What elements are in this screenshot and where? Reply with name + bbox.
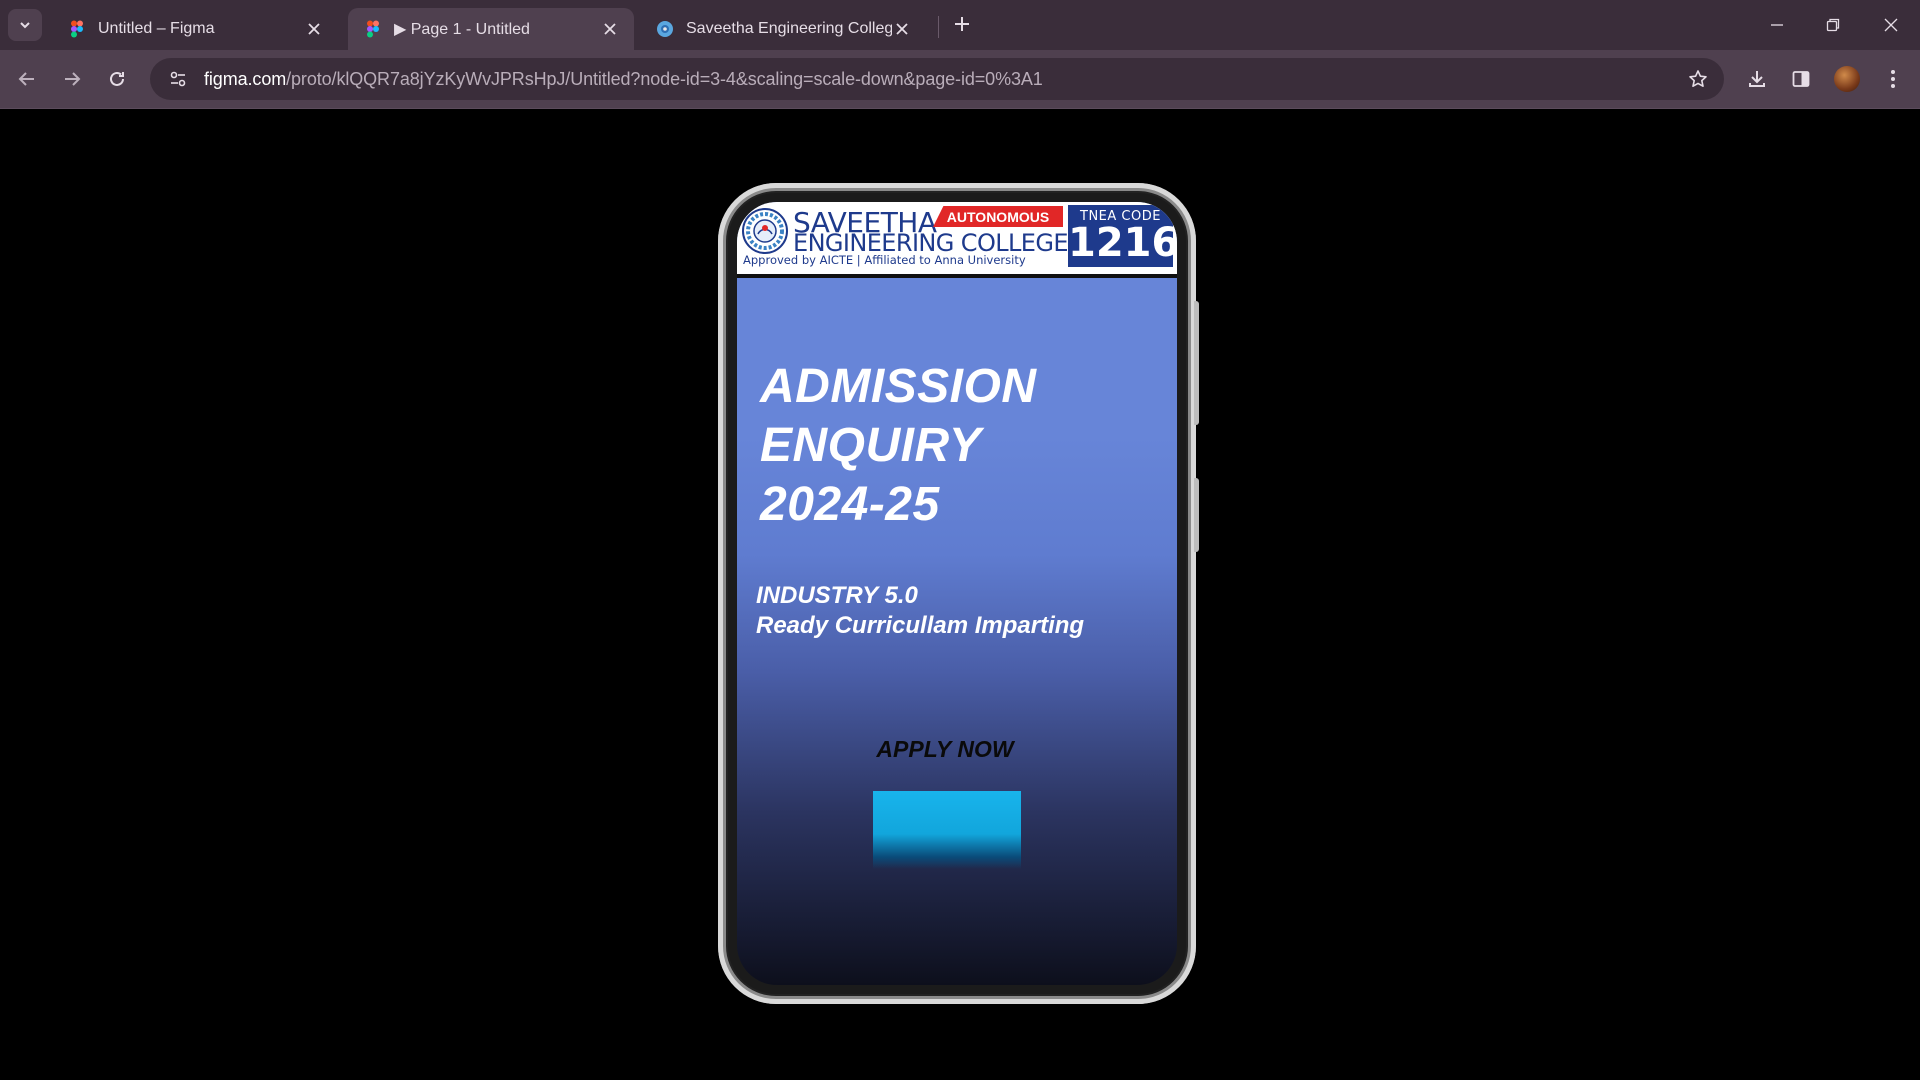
- bookmark-button[interactable]: [1686, 67, 1710, 91]
- close-icon: [1884, 18, 1898, 32]
- browser-toolbar: figma.com/proto/klQQR7a8jYzKyWvJPRsHpJ/U…: [0, 50, 1920, 109]
- downloads-button[interactable]: [1742, 64, 1772, 94]
- restore-icon: [1826, 18, 1840, 32]
- headline-line: ENQUIRY: [760, 419, 982, 472]
- plus-icon: [955, 17, 969, 31]
- side-panel-button[interactable]: [1786, 64, 1816, 94]
- close-icon: [896, 23, 908, 35]
- close-tab-button[interactable]: [600, 19, 620, 39]
- tab-saveetha[interactable]: Saveetha Engineering College: [640, 8, 926, 50]
- tab-title: Saveetha Engineering College: [686, 20, 892, 37]
- restore-button[interactable]: [1818, 10, 1848, 40]
- apply-now-button[interactable]: [873, 791, 1021, 869]
- headline-line: 2024-25: [760, 478, 940, 531]
- chevron-down-icon: [20, 22, 30, 29]
- tab-title: Untitled – Figma: [98, 20, 215, 37]
- figma-icon: [367, 20, 379, 38]
- saveetha-globe-icon: [657, 21, 673, 37]
- close-tab-button[interactable]: [304, 19, 324, 39]
- forward-button[interactable]: [57, 64, 87, 94]
- reload-icon: [110, 71, 124, 86]
- tab-figma-prototype[interactable]: ▶ Page 1 - Untitled: [348, 8, 634, 50]
- phone-frame: SAVEETHA AUTONOMOUS ENGINEERING COLLEGE …: [718, 183, 1199, 1004]
- avatar: [1834, 66, 1860, 92]
- tab-figma-editor[interactable]: Untitled – Figma: [52, 8, 338, 50]
- close-icon: [308, 23, 320, 35]
- tab-title: ▶ Page 1 - Untitled: [394, 21, 530, 38]
- address-bar[interactable]: figma.com/proto/klQQR7a8jYzKyWvJPRsHpJ/U…: [150, 58, 1724, 100]
- url-text[interactable]: figma.com/proto/klQQR7a8jYzKyWvJPRsHpJ/U…: [204, 69, 1043, 90]
- star-icon: [1689, 70, 1707, 87]
- tnea-code-badge: TNEA CODE 1216: [1068, 205, 1177, 267]
- back-button[interactable]: [12, 64, 42, 94]
- close-icon: [604, 23, 616, 35]
- new-tab-button[interactable]: [950, 12, 974, 36]
- autonomous-badge: AUTONOMOUS: [933, 206, 1063, 227]
- site-info-button[interactable]: [164, 65, 192, 93]
- tagline: INDUSTRY 5.0 Ready Curricullam Imparting: [756, 581, 1166, 641]
- minimize-icon: [1771, 24, 1783, 26]
- arrow-right-icon: [65, 72, 81, 86]
- tune-icon: [170, 71, 186, 87]
- menu-button[interactable]: [1878, 64, 1908, 94]
- college-seal-icon: [742, 208, 788, 254]
- college-banner: SAVEETHA AUTONOMOUS ENGINEERING COLLEGE …: [737, 202, 1177, 278]
- tnea-code: 1216: [1068, 220, 1177, 266]
- more-vertical-icon: [1891, 70, 1895, 88]
- side-panel-icon: [1792, 71, 1810, 87]
- tab-search-button[interactable]: [8, 9, 42, 41]
- profile-button[interactable]: [1832, 64, 1862, 94]
- tab-separator: [938, 16, 939, 38]
- reload-button[interactable]: [102, 64, 132, 94]
- close-window-button[interactable]: [1876, 10, 1906, 40]
- phone-side-button: [1194, 301, 1199, 425]
- url-path: /proto/klQQR7a8jYzKyWvJPRsHpJ/Untitled?n…: [286, 68, 1043, 89]
- minimize-button[interactable]: [1762, 10, 1792, 40]
- approval-text: Approved by AICTE | Affiliated to Anna U…: [743, 253, 1026, 267]
- phone-screen: SAVEETHA AUTONOMOUS ENGINEERING COLLEGE …: [737, 202, 1177, 985]
- tagline-line: INDUSTRY 5.0: [756, 582, 918, 609]
- phone-side-button: [1194, 478, 1199, 552]
- figma-icon: [71, 20, 83, 38]
- download-icon: [1749, 71, 1765, 87]
- apply-now-label: APPLY NOW: [876, 736, 1014, 762]
- admission-headline: ADMISSION ENQUIRY 2024-25: [760, 357, 1160, 534]
- close-tab-button[interactable]: [892, 19, 912, 39]
- tagline-line: Ready Curricullam Imparting: [756, 612, 1085, 639]
- url-host: figma.com: [204, 68, 287, 89]
- headline-line: ADMISSION: [760, 360, 1037, 413]
- tab-strip: Untitled – Figma ▶ Page 1 - Untitled Sav…: [0, 0, 1920, 50]
- arrow-left-icon: [18, 72, 34, 86]
